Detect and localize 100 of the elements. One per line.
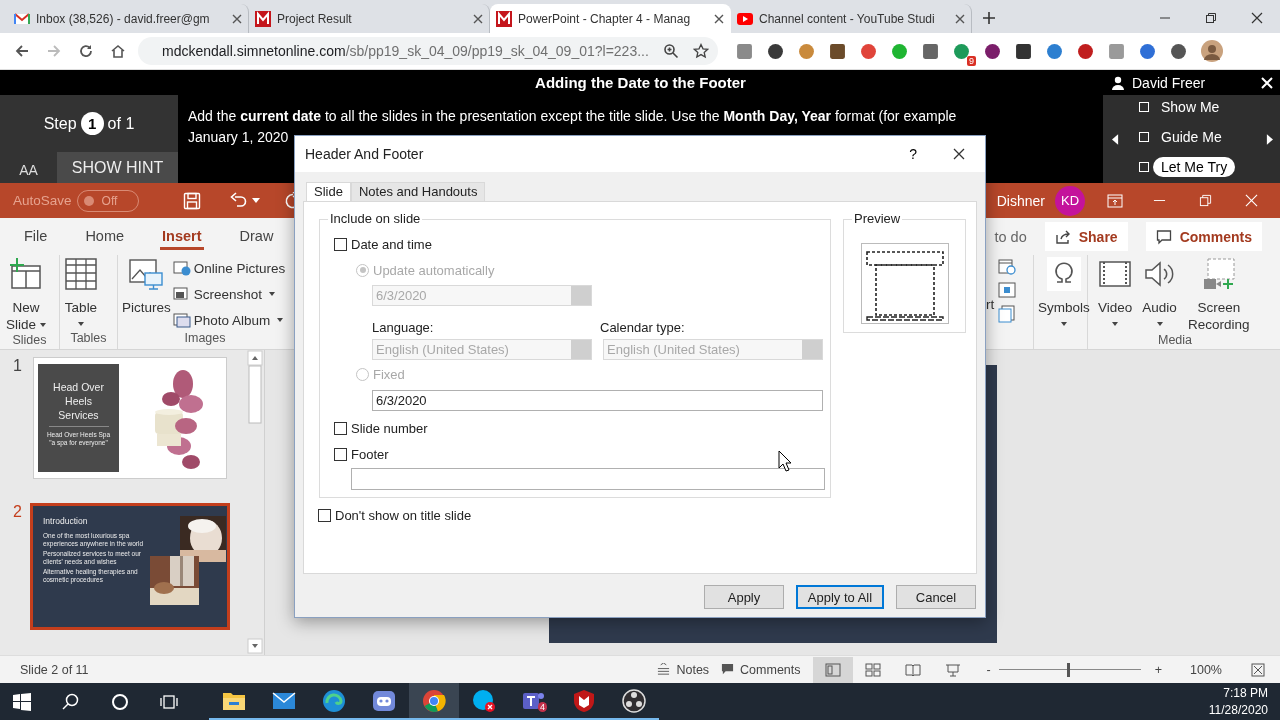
extension-icon[interactable] (1015, 42, 1032, 60)
globe-image-icon (172, 260, 191, 276)
media-button[interactable]: Audio (1142, 257, 1177, 333)
comments-button[interactable]: Comments (1145, 222, 1262, 251)
ribbon-tab[interactable]: Home (83, 223, 127, 250)
dialog-button[interactable]: Cancel (896, 585, 976, 609)
symbols-button[interactable]: Symbols (1038, 257, 1090, 349)
back-icon[interactable] (14, 43, 30, 59)
person-icon (1111, 75, 1125, 90)
task-view-icon[interactable] (160, 692, 178, 711)
media-button[interactable]: Screen Recording (1186, 257, 1251, 333)
new-tab-icon[interactable] (982, 11, 996, 25)
mode-option[interactable]: Show Me (1153, 97, 1228, 117)
font-size-button[interactable]: AA (0, 152, 57, 183)
slide-position: Slide 2 of 11 (20, 662, 89, 677)
comments-button[interactable]: Comments (721, 662, 801, 677)
slide-icon (9, 257, 43, 291)
home-icon[interactable] (110, 43, 126, 59)
extension-icon[interactable] (984, 42, 1001, 60)
search-icon[interactable] (62, 692, 80, 711)
checkbox[interactable] (318, 508, 331, 522)
zoom-icon[interactable] (662, 43, 679, 59)
dialog-button[interactable]: Apply to All (796, 585, 884, 609)
star-icon[interactable] (692, 43, 709, 59)
notes-button[interactable]: Notes (657, 662, 710, 677)
share-button[interactable]: Share (1044, 222, 1128, 251)
checkbox-label[interactable]: Date and time (351, 236, 432, 252)
dialog-tab[interactable]: Notes and Handouts (350, 182, 486, 201)
ribbon-button[interactable]: rt (986, 297, 995, 349)
save-icon[interactable] (182, 191, 201, 210)
extension-icon[interactable] (767, 42, 784, 60)
checkbox[interactable] (334, 237, 347, 251)
group-label: Images (183, 331, 227, 347)
square-icon (496, 10, 512, 27)
camera-icon (172, 286, 191, 302)
zoom-in-button[interactable]: + (1154, 662, 1162, 677)
user-avatar[interactable]: KD (1055, 185, 1085, 216)
circle-icon[interactable] (111, 692, 129, 711)
zoom-level[interactable]: 100% (1190, 662, 1222, 677)
table-button[interactable]: Table (64, 257, 98, 331)
next-icon[interactable] (1266, 133, 1273, 145)
dialog-title: Header And Footer (305, 146, 424, 162)
date-field[interactable]: 6/3/2020 (372, 390, 823, 411)
previous-icon[interactable] (1112, 133, 1119, 145)
calendar-icon[interactable] (998, 257, 1017, 275)
mode-option[interactable]: Guide Me (1153, 127, 1230, 147)
media-button[interactable]: Video (1098, 257, 1133, 333)
taskbar-button[interactable]: 4 (509, 683, 559, 720)
extension-icon[interactable] (922, 42, 939, 60)
ribbon-display-icon[interactable] (1107, 193, 1123, 208)
mode-option[interactable]: Let Me Try (1153, 157, 1236, 177)
slider-thumb[interactable] (1067, 662, 1071, 677)
new-slide-button[interactable]: New Slide (4, 257, 48, 333)
extension-icon[interactable] (1170, 42, 1187, 60)
scrollbar[interactable] (247, 350, 263, 655)
browser-tab[interactable]: PowerPoint - Chapter 4 - Manag (490, 4, 731, 33)
checkbox[interactable] (334, 447, 347, 461)
envelope-icon (14, 10, 30, 27)
caret-icon[interactable] (251, 198, 260, 203)
checkbox-label[interactable]: Slide number (351, 420, 428, 436)
avatar-icon[interactable] (1201, 40, 1223, 62)
share-icon (1054, 228, 1071, 245)
checkbox-label[interactable]: Don't show on title slide (335, 507, 472, 523)
restore-icon[interactable] (1199, 194, 1212, 207)
pictures-button[interactable]: Pictures (122, 257, 171, 331)
footer-field[interactable] (351, 468, 825, 490)
dialog-tab[interactable]: Slide (306, 182, 351, 201)
dialog-button[interactable]: Apply (704, 585, 784, 609)
ribbon-button[interactable]: Photo Album (172, 309, 286, 331)
ribbon-tab[interactable]: File (22, 223, 50, 250)
task-title: Adding the Date to the Footer (534, 74, 747, 91)
table-icon (64, 257, 98, 291)
zoom-out-button[interactable]: - (986, 662, 991, 677)
extension-icon[interactable] (1077, 42, 1094, 60)
slide-number-icon[interactable] (998, 281, 1017, 299)
square-icon (255, 10, 271, 27)
ribbon-tab[interactable]: Draw (237, 223, 276, 250)
pointer-icon (778, 450, 792, 472)
checkbox-label[interactable]: Footer (351, 446, 389, 462)
normal-view-icon[interactable] (812, 656, 853, 683)
close-icon[interactable] (714, 13, 724, 24)
step-label: of 1 (107, 114, 135, 133)
help-button[interactable]: ? (909, 146, 917, 162)
object-icon[interactable] (998, 305, 1017, 323)
show-hint-button[interactable]: SHOW HINT (57, 152, 178, 183)
checkbox[interactable] (334, 421, 347, 435)
search-field[interactable]: to do (994, 228, 1027, 245)
ribbon-button[interactable]: Screenshot (172, 283, 286, 305)
close-icon[interactable] (1251, 12, 1263, 24)
ribbon-tab[interactable]: Insert (160, 223, 204, 250)
restore-icon[interactable] (1205, 12, 1217, 24)
ribbon-button[interactable]: Online Pictures (172, 257, 286, 279)
undo-icon[interactable] (228, 191, 247, 210)
wave-icon (322, 688, 346, 713)
windows-icon[interactable] (13, 692, 31, 711)
extension-icon[interactable] (829, 42, 846, 60)
video-camera-icon (1201, 257, 1236, 291)
address-field[interactable]: mdckendall.simnetonline.com/sb/pp19_sk_04_09/pp19_sk_04_09_01?l=223... (138, 37, 718, 65)
reload-icon[interactable] (78, 43, 94, 59)
close-icon[interactable] (953, 148, 965, 160)
